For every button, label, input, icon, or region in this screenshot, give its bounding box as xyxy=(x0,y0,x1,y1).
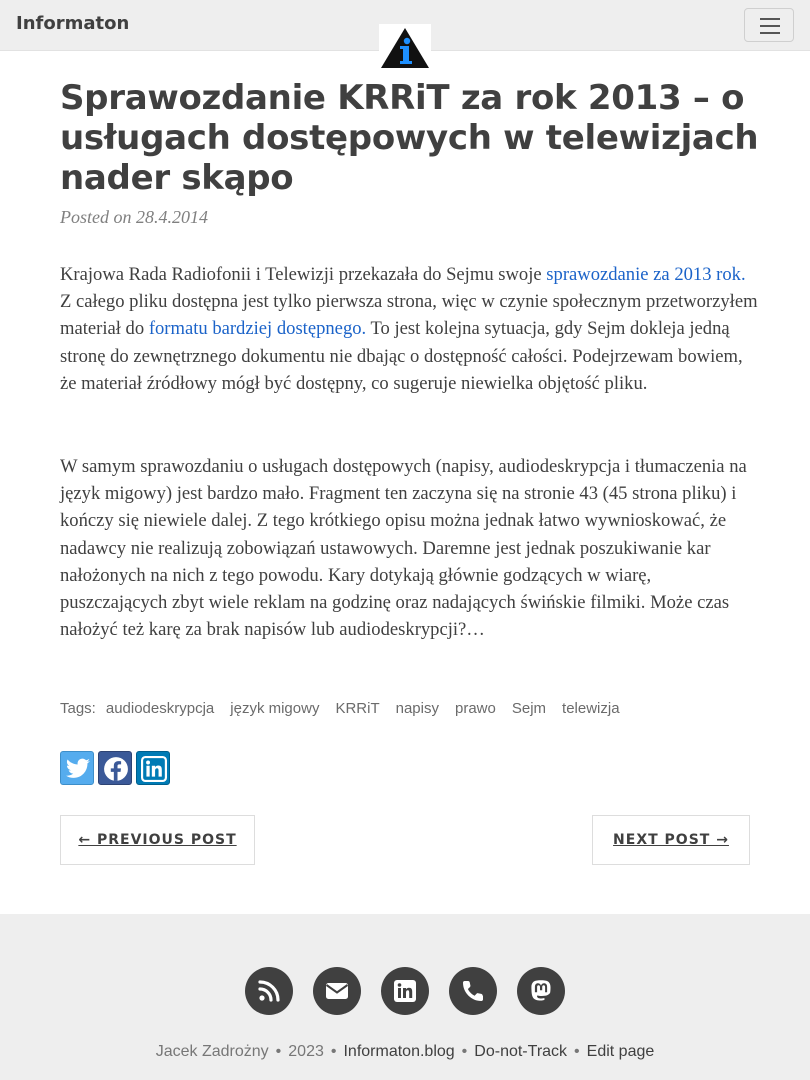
site-link[interactable]: Informaton.blog xyxy=(343,1043,454,1060)
next-post-button[interactable]: NEXT POST → xyxy=(592,815,750,865)
linkedin-icon xyxy=(141,756,167,782)
post-title: Sprawozdanie KRRiT za rok 2013 – o usług… xyxy=(60,78,759,198)
phone-link[interactable] xyxy=(449,967,497,1015)
tag-link[interactable]: język migowy xyxy=(230,700,319,717)
tag-link[interactable]: napisy xyxy=(396,700,439,717)
menu-toggle-button[interactable] xyxy=(744,8,794,42)
tag-list: Tags: audiodeskrypcja język migowy KRRiT… xyxy=(60,700,636,717)
rss-link[interactable] xyxy=(245,967,293,1015)
share-linkedin-button[interactable] xyxy=(136,751,170,785)
hamburger-icon xyxy=(760,18,780,20)
info-triangle-logo[interactable] xyxy=(379,24,431,70)
linkedin-icon xyxy=(394,980,416,1002)
hamburger-icon-bar xyxy=(760,32,780,34)
linkedin-footer-link[interactable] xyxy=(381,967,429,1015)
tag-link[interactable]: KRRiT xyxy=(335,700,379,717)
edit-page-link[interactable]: Edit page xyxy=(587,1043,655,1060)
share-facebook-button[interactable] xyxy=(98,751,132,785)
footer: Jacek Zadrożny • 2023 • Informaton.blog • Do-n… xyxy=(0,914,810,1080)
separator: • xyxy=(275,1043,282,1060)
separator: • xyxy=(574,1043,580,1060)
mastodon-link[interactable] xyxy=(517,967,565,1015)
mastodon-icon xyxy=(531,980,551,1001)
brand-link[interactable]: Informaton xyxy=(16,13,129,34)
copyright-line: Jacek Zadrożny • 2023 • Informaton.blog • Do-n… xyxy=(0,1043,810,1061)
post-paragraph-1: Krajowa Rada Radiofonii i Telewizji prze… xyxy=(60,261,760,397)
tag-link[interactable]: Sejm xyxy=(512,700,546,717)
post-meta: Posted on 28.4.2014 xyxy=(60,207,208,227)
tag-link[interactable]: audiodeskrypcja xyxy=(106,700,214,717)
do-not-track-link[interactable]: Do-not-Track xyxy=(474,1043,567,1060)
paragraph-text: Krajowa Rada Radiofonii i Telewizji prze… xyxy=(60,264,547,285)
separator: • xyxy=(330,1043,337,1060)
tags-label: Tags: xyxy=(60,700,96,717)
report-link[interactable]: sprawozdanie za 2013 rok. xyxy=(546,264,745,285)
tag-link[interactable]: prawo xyxy=(455,700,496,717)
author-name: Jacek Zadrożny xyxy=(155,1043,269,1060)
previous-post-button[interactable]: ← PREVIOUS POST xyxy=(60,815,255,865)
separator: • xyxy=(461,1043,468,1060)
post-paragraph-2: W samym sprawozdaniu o usługach dostępow… xyxy=(60,456,747,641)
rss-icon xyxy=(258,980,280,1002)
hamburger-icon-bar xyxy=(760,25,780,27)
email-link[interactable] xyxy=(313,967,361,1015)
facebook-icon xyxy=(104,757,128,781)
twitter-icon xyxy=(66,758,90,778)
envelope-icon xyxy=(325,983,349,999)
share-twitter-button[interactable] xyxy=(60,751,94,785)
accessible-format-link[interactable]: formatu bardziej dostępnego. xyxy=(149,318,366,339)
tag-link[interactable]: telewizja xyxy=(562,700,620,717)
copyright-year: 2023 xyxy=(288,1043,324,1060)
phone-icon xyxy=(463,981,483,1001)
